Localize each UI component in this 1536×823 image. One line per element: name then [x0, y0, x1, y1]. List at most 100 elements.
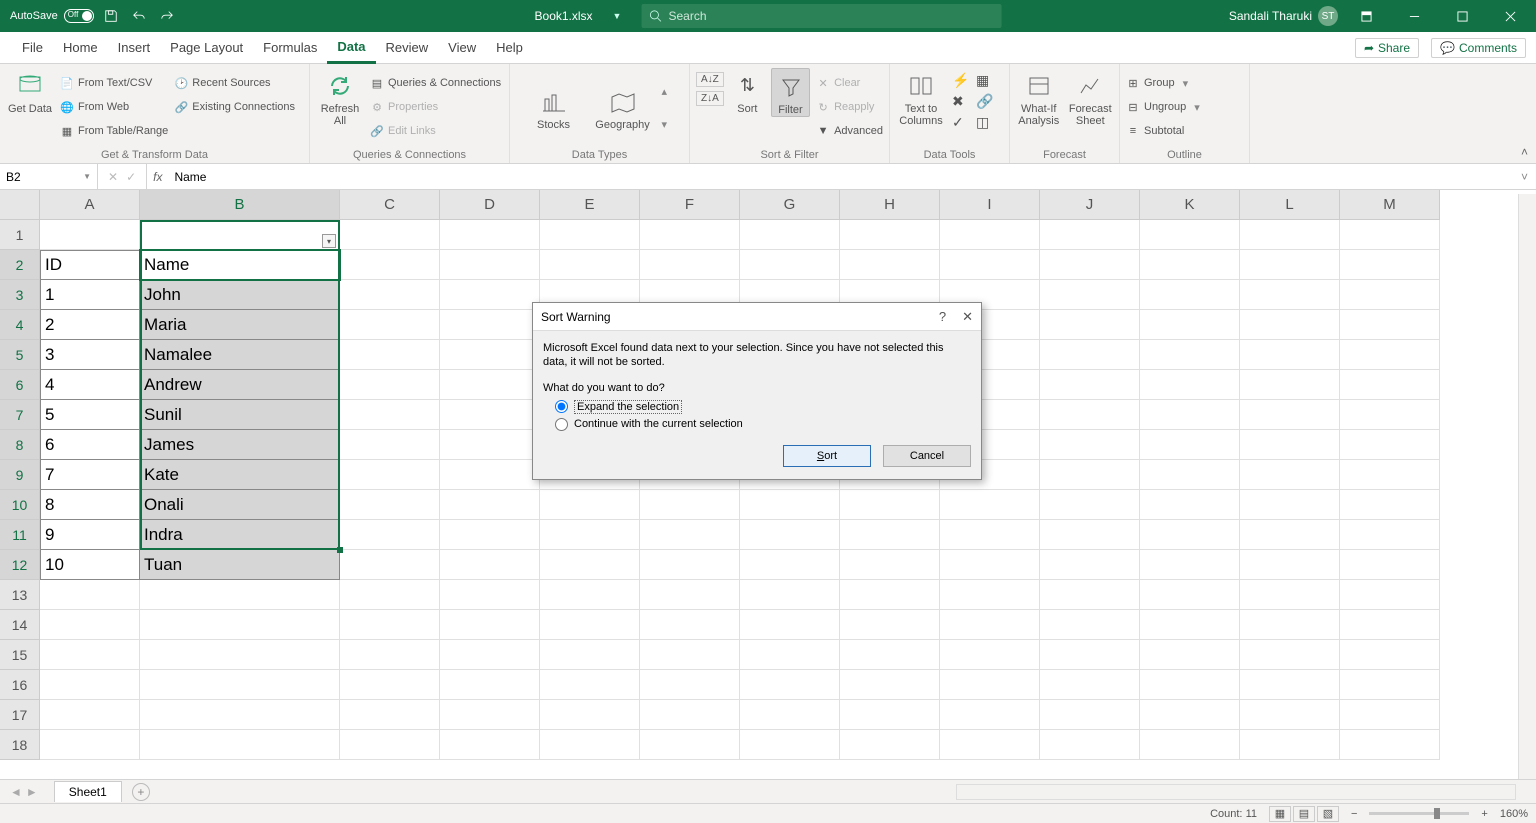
cell-K10[interactable] [1140, 490, 1240, 520]
fill-handle[interactable] [337, 547, 343, 553]
sheet-nav-next-icon[interactable]: ► [26, 785, 38, 799]
flash-fill-icon[interactable]: ⚡ [952, 72, 972, 89]
cell-E15[interactable] [540, 640, 640, 670]
zoom-level[interactable]: 160% [1500, 808, 1528, 820]
row-header-15[interactable]: 15 [0, 640, 40, 670]
col-header-E[interactable]: E [540, 190, 640, 220]
col-header-K[interactable]: K [1140, 190, 1240, 220]
cell-D14[interactable] [440, 610, 540, 640]
cell-E13[interactable] [540, 580, 640, 610]
cell-E12[interactable] [540, 550, 640, 580]
sort-za-icon[interactable]: Z↓A [696, 91, 724, 106]
cell-A18[interactable] [40, 730, 140, 760]
cell-G10[interactable] [740, 490, 840, 520]
cell-I17[interactable] [940, 700, 1040, 730]
zoom-out-icon[interactable]: − [1351, 808, 1357, 820]
cell-K4[interactable] [1140, 310, 1240, 340]
cell-L10[interactable] [1240, 490, 1340, 520]
cell-H11[interactable] [840, 520, 940, 550]
cell-D1[interactable] [440, 220, 540, 250]
cell-A16[interactable] [40, 670, 140, 700]
cell-I11[interactable] [940, 520, 1040, 550]
cell-L7[interactable] [1240, 400, 1340, 430]
tab-help[interactable]: Help [486, 32, 533, 64]
cell-F16[interactable] [640, 670, 740, 700]
select-all-corner[interactable] [0, 190, 40, 220]
sheet-tab-sheet1[interactable]: Sheet1 [54, 781, 122, 802]
refresh-all-button[interactable]: Refresh All [316, 68, 364, 127]
cell-L13[interactable] [1240, 580, 1340, 610]
cell-M2[interactable] [1340, 250, 1440, 280]
close-icon[interactable] [1490, 2, 1530, 30]
cell-K14[interactable] [1140, 610, 1240, 640]
comments-button[interactable]: 💬Comments [1431, 38, 1526, 58]
cell-L9[interactable] [1240, 460, 1340, 490]
save-icon[interactable] [100, 5, 122, 27]
consolidate-icon[interactable]: ▦ [976, 72, 996, 89]
normal-view-icon[interactable]: ▦ [1269, 806, 1291, 822]
cell-J5[interactable] [1040, 340, 1140, 370]
cell-C4[interactable] [340, 310, 440, 340]
cell-D13[interactable] [440, 580, 540, 610]
cell-J15[interactable] [1040, 640, 1140, 670]
cell-E11[interactable] [540, 520, 640, 550]
cell-I2[interactable] [940, 250, 1040, 280]
cell-A4[interactable]: 2 [40, 310, 140, 340]
cell-B3[interactable]: John [140, 280, 340, 310]
continue-radio-input[interactable] [555, 418, 568, 431]
cell-I15[interactable] [940, 640, 1040, 670]
row-header-11[interactable]: 11 [0, 520, 40, 550]
relationships-icon[interactable]: 🔗 [976, 93, 996, 110]
cell-K8[interactable] [1140, 430, 1240, 460]
cell-K12[interactable] [1140, 550, 1240, 580]
cancel-formula-icon[interactable]: ✕ [108, 170, 118, 184]
cell-H12[interactable] [840, 550, 940, 580]
cell-A12[interactable]: 10 [40, 550, 140, 580]
formula-input[interactable]: Name [168, 170, 1513, 184]
geography-button[interactable]: Geography [590, 84, 656, 131]
cell-J18[interactable] [1040, 730, 1140, 760]
cell-D4[interactable] [440, 310, 540, 340]
cell-D17[interactable] [440, 700, 540, 730]
tab-view[interactable]: View [438, 32, 486, 64]
cell-C16[interactable] [340, 670, 440, 700]
cell-C8[interactable] [340, 430, 440, 460]
cell-M6[interactable] [1340, 370, 1440, 400]
cell-C3[interactable] [340, 280, 440, 310]
horizontal-scrollbar[interactable] [956, 784, 1516, 800]
search-input[interactable]: Search [641, 4, 1001, 28]
cell-I14[interactable] [940, 610, 1040, 640]
redo-icon[interactable] [156, 5, 178, 27]
cell-L18[interactable] [1240, 730, 1340, 760]
cell-G14[interactable] [740, 610, 840, 640]
cell-E18[interactable] [540, 730, 640, 760]
cell-B13[interactable] [140, 580, 340, 610]
row-header-5[interactable]: 5 [0, 340, 40, 370]
cell-B14[interactable] [140, 610, 340, 640]
cell-J11[interactable] [1040, 520, 1140, 550]
zoom-slider[interactable] [1369, 812, 1469, 815]
cell-A13[interactable] [40, 580, 140, 610]
cell-A8[interactable]: 6 [40, 430, 140, 460]
cell-D3[interactable] [440, 280, 540, 310]
maximize-icon[interactable] [1442, 2, 1482, 30]
cell-K6[interactable] [1140, 370, 1240, 400]
cell-B9[interactable]: Kate [140, 460, 340, 490]
cell-L4[interactable] [1240, 310, 1340, 340]
ungroup-button[interactable]: ⊟Ungroup▾ [1126, 96, 1200, 118]
col-header-F[interactable]: F [640, 190, 740, 220]
cell-J2[interactable] [1040, 250, 1140, 280]
col-header-G[interactable]: G [740, 190, 840, 220]
cell-E14[interactable] [540, 610, 640, 640]
cell-B1[interactable] [140, 220, 340, 250]
cell-C7[interactable] [340, 400, 440, 430]
share-button[interactable]: ➦Share [1355, 38, 1419, 58]
tab-insert[interactable]: Insert [108, 32, 161, 64]
cell-B2[interactable]: Name [140, 250, 340, 280]
cell-G12[interactable] [740, 550, 840, 580]
cell-C18[interactable] [340, 730, 440, 760]
cell-M1[interactable] [1340, 220, 1440, 250]
cell-E17[interactable] [540, 700, 640, 730]
row-header-13[interactable]: 13 [0, 580, 40, 610]
collapse-ribbon-icon[interactable]: ˄ [1521, 145, 1528, 159]
